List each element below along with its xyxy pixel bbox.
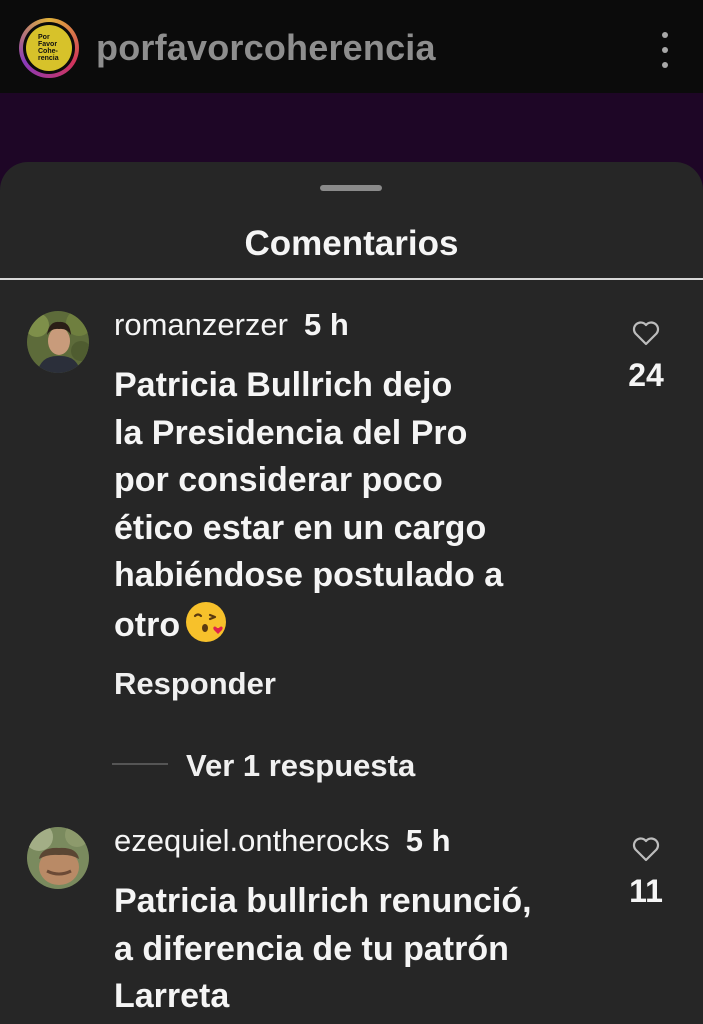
comment-time: 5 h — [405, 823, 451, 858]
account-avatar[interactable]: Por Favor Cohe- rencia — [19, 18, 79, 78]
sheet-title: Comentarios — [244, 224, 459, 263]
drag-handle[interactable] — [320, 185, 382, 191]
comment-username[interactable]: romanzerzer — [114, 307, 288, 342]
top-bar: Por Favor Cohe- rencia porfavorcoherenci… — [0, 0, 703, 93]
heart-icon[interactable] — [632, 836, 660, 862]
comment-text: Patricia Bullrich dejo la Presidencia de… — [114, 366, 504, 644]
user-avatar-image — [27, 827, 89, 889]
user-avatar-image — [27, 311, 89, 373]
replies-divider — [112, 763, 168, 765]
comment-text: Patricia bullrich renunció, a diferencia… — [114, 882, 532, 1016]
kissing-heart-emoji-icon — [186, 601, 227, 642]
comment-username[interactable]: ezequiel.ontherocks — [114, 823, 390, 858]
avatar[interactable] — [27, 311, 89, 373]
heart-icon[interactable] — [632, 320, 660, 346]
account-logo: Por Favor Cohe- rencia — [26, 25, 72, 71]
comment-time: 5 h — [304, 307, 349, 342]
divider — [0, 278, 703, 280]
more-options-icon[interactable] — [655, 32, 675, 68]
account-name[interactable]: porfavorcoherencia — [96, 28, 436, 68]
reply-button[interactable]: Responder — [114, 666, 276, 702]
avatar[interactable] — [27, 827, 89, 889]
comments-sheet: Comentarios romanzerzer 5 h 24 Patricia B… — [0, 162, 703, 1024]
view-replies-button[interactable]: Ver 1 respuesta — [186, 748, 415, 784]
